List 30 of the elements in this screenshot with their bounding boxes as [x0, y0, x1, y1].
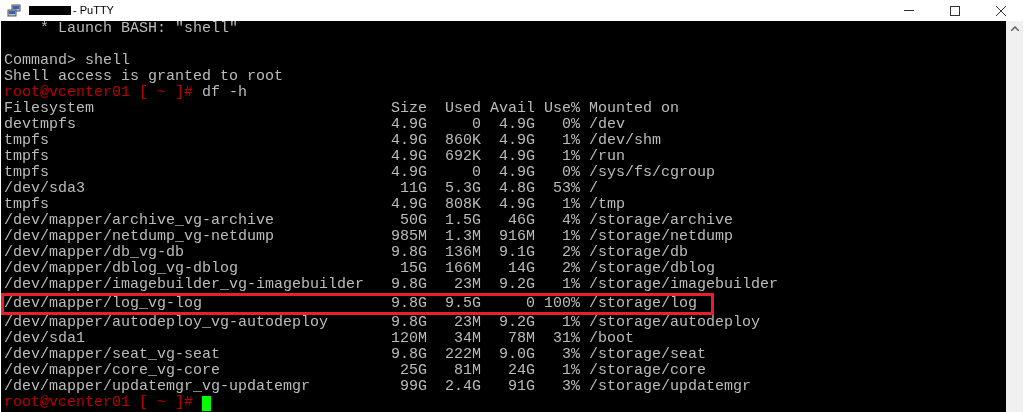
terminal-line: /dev/mapper/dblog_vg-dblog 15G 166M 14G 2% /storage/dblog: [4, 261, 716, 277]
terminal-line: devtmpfs 4.9G 0 4.9G 0% /dev: [4, 117, 626, 133]
maximize-icon: [950, 5, 960, 16]
terminal-line: /dev/mapper/core_vg-core 25G 81M 24G 1% /storage/core: [4, 363, 707, 379]
terminal-line: /dev/mapper/imagebuilder_vg-imagebuilder 9.8G 23M 9.2G 1% /storage/imagebuilder: [4, 277, 779, 293]
close-icon: [996, 5, 1006, 16]
terminal-line: tmpfs 4.9G 808K 4.9G 1% /tmp: [4, 197, 626, 213]
terminal-line: /dev/mapper/db_vg-db 9.8G 136M 9.1G 2% /storage/db: [4, 245, 689, 261]
terminal-line: Filesystem Size Used Avail Use% Mounted on: [4, 101, 680, 117]
terminal-line: * Launch BASH: "shell": [39, 21, 239, 37]
shell-prompt: root@vcenter01 [ ~ ]#: [4, 85, 194, 101]
terminal-line: Command> shell: [4, 53, 131, 69]
terminal-line: tmpfs 4.9G 0 4.9G 0% /sys/fs/cgroup: [4, 165, 716, 181]
terminal-line: /dev/mapper/archive_vg-archive 50G 1.5G 46G 4% /storage/archive: [4, 213, 734, 229]
vertical-scrollbar[interactable]: [1006, 21, 1023, 412]
terminal-line: /dev/mapper/autodeploy_vg-autodeploy 9.8G 23M 9.2G 1% /storage/autodeploy: [4, 315, 761, 331]
terminal-line: tmpfs 4.9G 692K 4.9G 1% /run: [4, 149, 626, 165]
terminal-line: /dev/mapper/netdump_vg-netdump 985M 1.3M 916M 1% /storage/netdump: [4, 229, 734, 245]
terminal-line: /dev/mapper/updatemgr_vg-updatemgr 99G 2.4G 91G 3% /storage/updatemgr: [4, 379, 752, 395]
terminal-line: /dev/sda3 11G 5.3G 4.8G 53% /: [4, 181, 599, 197]
terminal-line: Shell access is granted to root: [4, 69, 284, 85]
scroll-up-icon[interactable]: [1010, 26, 1019, 31]
shell-prompt: root@vcenter01 [ ~ ]#: [4, 395, 194, 411]
terminal-line: /dev/sda1 120M 34M 78M 31% /boot: [4, 331, 635, 347]
minimize-icon: [904, 10, 914, 11]
command-text: df -h: [201, 85, 248, 101]
terminal-line: tmpfs 4.9G 860K 4.9G 1% /dev/shm: [4, 133, 662, 149]
window-title: - PuTTY: [73, 3, 114, 19]
terminal-line: /dev/mapper/seat_vg-seat 9.8G 222M 9.0G 3% /storage/seat: [4, 347, 707, 363]
putty-app-icon: [7, 3, 21, 18]
